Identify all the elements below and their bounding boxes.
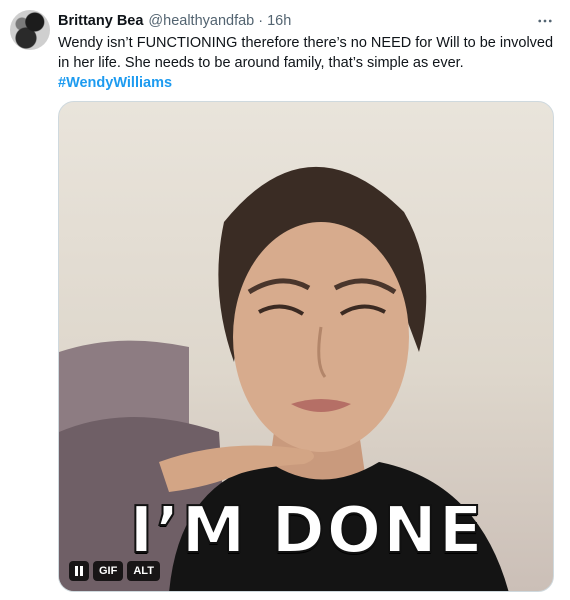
tweet-card[interactable]: Brittany Bea @healthyandfab · 16h Wendy … <box>0 0 570 600</box>
more-options-icon <box>538 19 552 23</box>
tweet-text-line: in her life. She needs to be around fami… <box>58 55 464 71</box>
pause-button[interactable] <box>69 561 89 581</box>
media-controls: GIF ALT <box>69 561 160 581</box>
author-handle[interactable]: @healthyandfab <box>148 13 254 29</box>
author-name[interactable]: Brittany Bea <box>58 13 143 29</box>
pause-icon <box>75 566 83 576</box>
separator-dot: · <box>258 13 264 29</box>
gif-badge: GIF <box>93 561 124 581</box>
hashtag-link[interactable]: #WendyWilliams <box>58 73 558 93</box>
timestamp[interactable]: 16h <box>267 13 291 29</box>
avatar[interactable] <box>10 10 50 50</box>
tweet-text-line: Wendy isn’t FUNCTIONING therefore there’… <box>58 35 554 51</box>
tweet-header: Brittany Bea @healthyandfab · 16h <box>58 11 556 31</box>
more-options-button[interactable] <box>534 11 556 31</box>
alt-text-button[interactable]: ALT <box>127 561 160 581</box>
gif-media[interactable]: I’M DONE GIF ALT <box>58 101 554 592</box>
gif-caption: I’M DONE <box>129 493 485 569</box>
tweet-text: Wendy isn’t FUNCTIONING therefore there’… <box>58 33 558 93</box>
